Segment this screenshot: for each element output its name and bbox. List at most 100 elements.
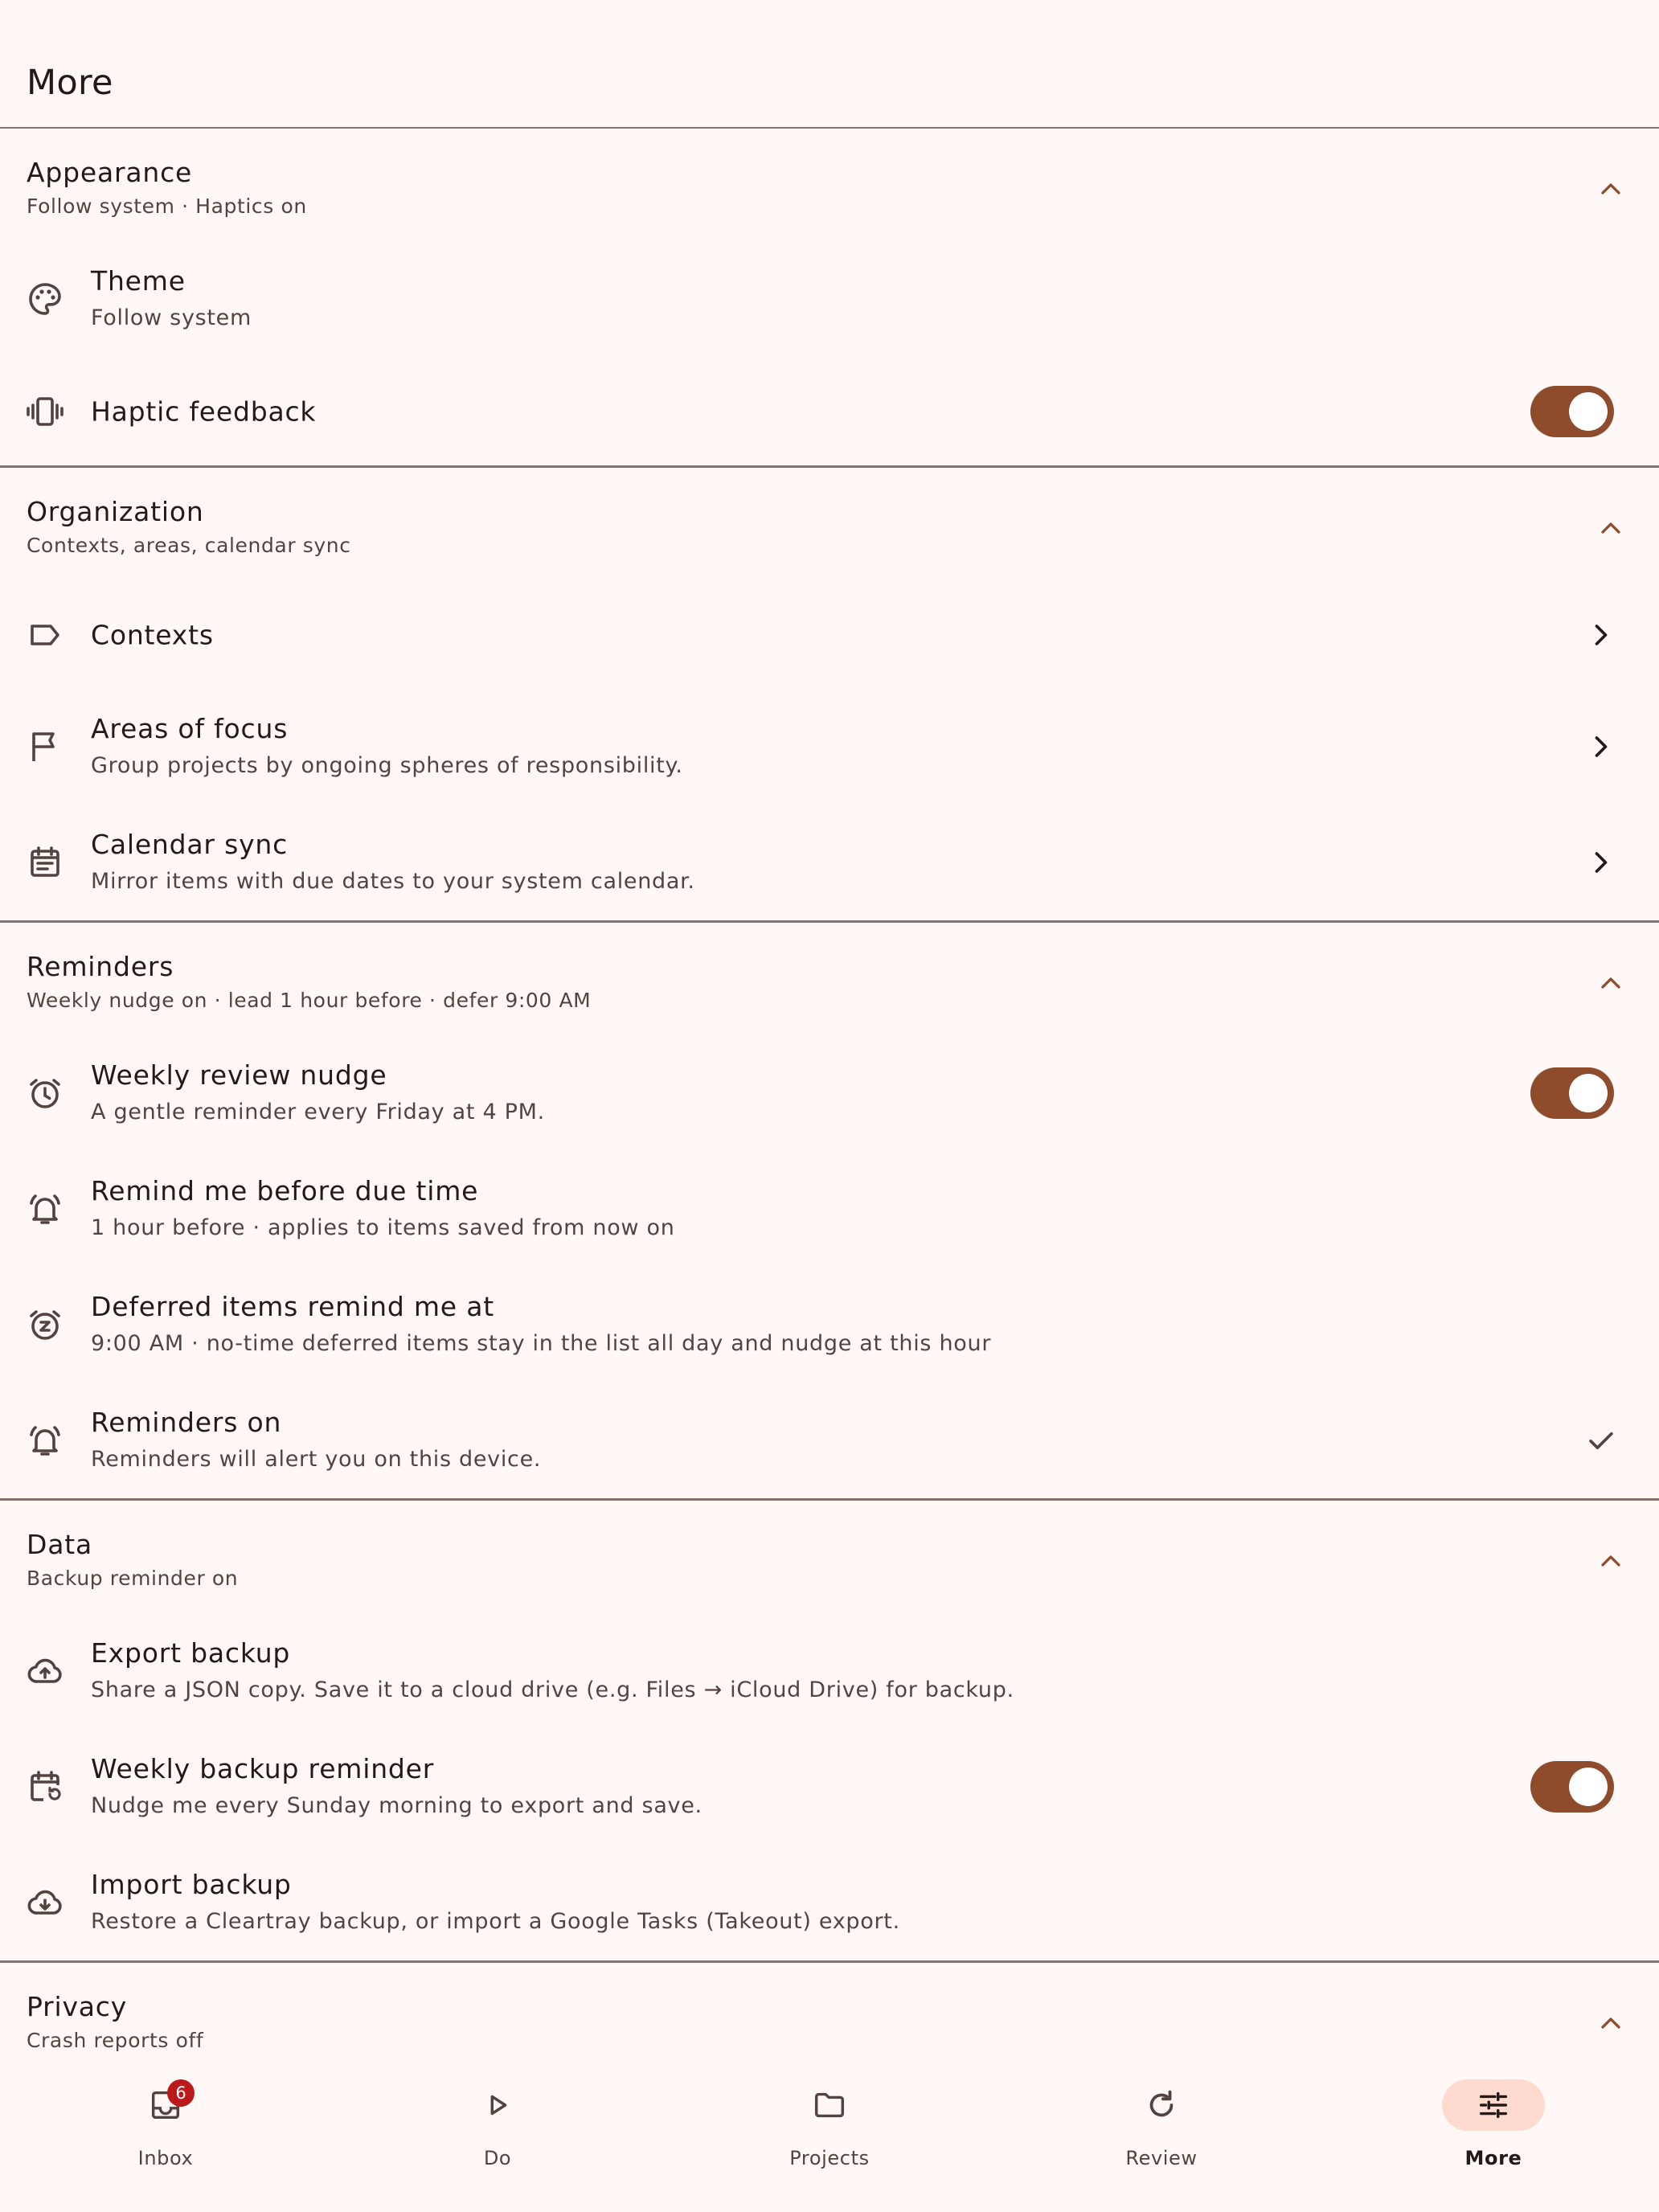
chevron-right-icon — [1595, 624, 1608, 645]
row-title: Reminders on — [91, 1407, 282, 1438]
nav-do[interactable]: Do — [377, 2070, 618, 2212]
section-summary: Crash reports off — [27, 2029, 204, 2052]
weekly-review-nudge-row[interactable]: Weekly review nudge A gentle reminder ev… — [0, 1035, 1659, 1151]
palette-icon — [29, 283, 61, 315]
nav-label: Review — [1125, 2147, 1198, 2169]
row-title: Weekly review nudge — [91, 1059, 387, 1091]
nav-label: Do — [483, 2147, 512, 2169]
tune-icon — [1479, 2091, 1508, 2119]
chevron-right-icon — [1595, 852, 1608, 873]
section-header-appearance[interactable]: Appearance Follow system · Haptics on — [0, 129, 1659, 241]
remind-before-due-row[interactable]: Remind me before due time 1 hour before … — [0, 1151, 1659, 1267]
row-subtitle: Share a JSON copy. Save it to a cloud dr… — [91, 1677, 1014, 1702]
section-summary: Backup reminder on — [27, 1567, 239, 1590]
section-header-privacy[interactable]: Privacy Crash reports off — [0, 1963, 1659, 2070]
play-icon — [490, 2095, 507, 2116]
section-title: Reminders — [27, 951, 174, 982]
chevron-up-icon[interactable] — [1595, 967, 1627, 999]
chevron-up-icon[interactable] — [1595, 1545, 1627, 1577]
row-title: Contexts — [91, 619, 214, 650]
section-summary: Weekly nudge on · lead 1 hour before · d… — [27, 989, 592, 1012]
cloud-download-icon — [27, 1890, 62, 1915]
theme-row[interactable]: Theme Follow system — [0, 241, 1659, 357]
section-header-data[interactable]: Data Backup reminder on — [0, 1501, 1659, 1613]
section-privacy: Privacy Crash reports off — [0, 1963, 1659, 2070]
check-icon — [1589, 1432, 1613, 1449]
weekly-backup-reminder-row[interactable]: Weekly backup reminder Nudge me every Su… — [0, 1729, 1659, 1845]
chevron-up-icon[interactable] — [1595, 2007, 1627, 2039]
weekly-backup-reminder-toggle[interactable] — [1530, 1761, 1614, 1813]
row-title: Areas of focus — [91, 713, 289, 744]
inbox-badge: 6 — [167, 2079, 195, 2107]
section-title: Data — [27, 1529, 92, 1560]
toggle-knob — [1569, 1768, 1608, 1806]
nav-icon-container: 6 — [114, 2079, 217, 2131]
cloud-upload-icon — [27, 1658, 62, 1683]
import-backup-row[interactable]: Import backup Restore a Cleartray backup… — [0, 1845, 1659, 1960]
page-title: More — [27, 63, 113, 103]
export-backup-row[interactable]: Export backup Share a JSON copy. Save it… — [0, 1613, 1659, 1729]
section-organization: Organization Contexts, areas, calendar s… — [0, 468, 1659, 923]
section-summary: Follow system · Haptics on — [27, 195, 307, 218]
row-subtitle: A gentle reminder every Friday at 4 PM. — [91, 1100, 545, 1124]
toggle-knob — [1569, 391, 1608, 431]
row-title: Export backup — [91, 1637, 291, 1669]
nav-label: Projects — [789, 2147, 870, 2169]
deferred-remind-row[interactable]: Deferred items remind me at 9:00 AM · no… — [0, 1267, 1659, 1382]
nav-more[interactable]: More — [1373, 2070, 1614, 2212]
section-header-reminders[interactable]: Reminders Weekly nudge on · lead 1 hour … — [0, 923, 1659, 1035]
row-title: Calendar sync — [91, 829, 289, 860]
nav-icon-container — [1442, 2079, 1545, 2131]
section-appearance: Appearance Follow system · Haptics on Th… — [0, 129, 1659, 468]
calendar-repeat-icon — [31, 1771, 61, 1801]
settings-list[interactable]: Appearance Follow system · Haptics on Th… — [0, 129, 1659, 2070]
nav-review[interactable]: Review — [1041, 2070, 1282, 2212]
nav-inbox[interactable]: 6 Inbox — [45, 2070, 286, 2212]
row-subtitle: Nudge me every Sunday morning to export … — [91, 1793, 703, 1818]
vibration-icon — [27, 396, 63, 426]
section-title: Organization — [27, 496, 204, 527]
row-title: Haptic feedback — [91, 395, 317, 427]
nav-projects[interactable]: Projects — [709, 2070, 950, 2212]
nav-icon-container — [778, 2079, 881, 2131]
section-header-organization[interactable]: Organization Contexts, areas, calendar s… — [0, 468, 1659, 580]
row-subtitle: Group projects by ongoing spheres of res… — [91, 753, 683, 778]
chevron-up-icon[interactable] — [1595, 512, 1627, 544]
reminders-status-row: Reminders on Reminders will alert you on… — [0, 1382, 1659, 1498]
toggle-knob — [1569, 1074, 1608, 1112]
row-title: Weekly backup reminder — [91, 1753, 435, 1784]
row-subtitle: 1 hour before · applies to items saved f… — [91, 1215, 675, 1240]
nav-icon-container — [1110, 2079, 1213, 2131]
section-title: Privacy — [27, 1991, 128, 2022]
row-subtitle: Mirror items with due dates to your syst… — [91, 869, 695, 894]
areas-of-focus-row[interactable]: Areas of focus Group projects by ongoing… — [0, 689, 1659, 805]
haptic-feedback-toggle[interactable] — [1530, 385, 1614, 437]
alarm-icon — [30, 1079, 60, 1108]
section-data: Data Backup reminder on Export backup Sh… — [0, 1501, 1659, 1963]
section-reminders: Reminders Weekly nudge on · lead 1 hour … — [0, 923, 1659, 1501]
top-app-bar: More — [0, 0, 1659, 129]
haptic-feedback-row[interactable]: Haptic feedback — [0, 357, 1659, 465]
chevron-up-icon[interactable] — [1595, 173, 1627, 205]
contexts-row[interactable]: Contexts — [0, 580, 1659, 689]
label-icon — [31, 624, 59, 645]
weekly-review-nudge-toggle[interactable] — [1530, 1067, 1614, 1119]
row-subtitle: 9:00 AM · no-time deferred items stay in… — [91, 1331, 992, 1356]
row-title: Theme — [91, 265, 186, 297]
notification-bell-icon — [30, 1194, 60, 1224]
row-title: Deferred items remind me at — [91, 1291, 494, 1322]
folder-icon — [814, 2092, 845, 2118]
nav-label: More — [1464, 2147, 1522, 2169]
calendar-sync-row[interactable]: Calendar sync Mirror items with due date… — [0, 805, 1659, 920]
bottom-navigation: 6 Inbox Do Projects Review More — [0, 2070, 1659, 2212]
chevron-right-icon — [1595, 736, 1608, 757]
row-subtitle: Follow system — [91, 305, 252, 330]
snooze-icon — [30, 1310, 60, 1340]
nav-label: Inbox — [137, 2147, 194, 2169]
section-summary: Contexts, areas, calendar sync — [27, 534, 351, 557]
section-title: Appearance — [27, 157, 193, 188]
row-title: Import backup — [91, 1869, 292, 1900]
row-subtitle: Restore a Cleartray backup, or import a … — [91, 1909, 900, 1934]
flag-icon — [32, 732, 55, 761]
notification-bell-icon — [30, 1426, 60, 1456]
